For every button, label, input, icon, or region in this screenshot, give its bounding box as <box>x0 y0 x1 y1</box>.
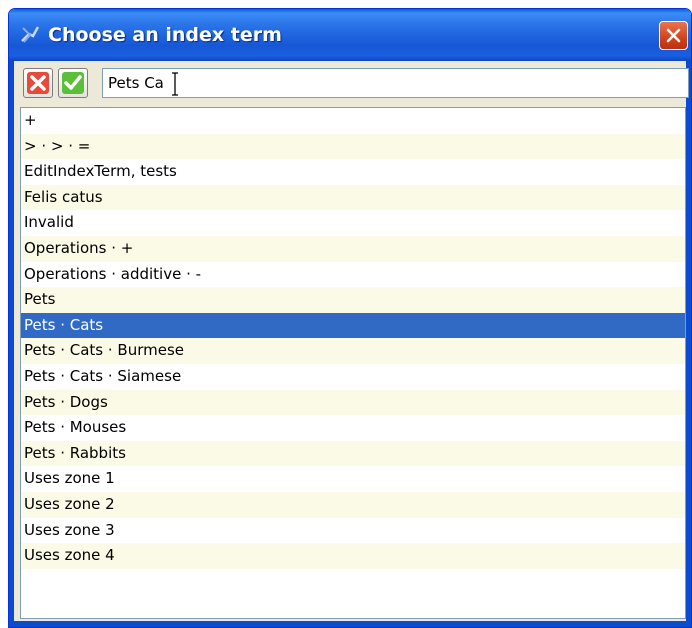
window-title: Choose an index term <box>48 24 282 46</box>
list-item[interactable]: Invalid <box>21 210 685 236</box>
app-icon <box>19 23 41 45</box>
ok-button[interactable] <box>58 68 88 98</box>
list-item[interactable]: > · > · = <box>21 133 685 160</box>
list-item[interactable]: Pets <box>21 287 685 313</box>
list-item[interactable]: Felis catus <box>21 184 685 211</box>
list-item[interactable]: Uses zone 4 <box>21 543 685 569</box>
list-item[interactable]: Uses zone 1 <box>21 466 685 492</box>
window-border-left <box>9 61 14 627</box>
close-icon <box>666 28 681 43</box>
toolbar <box>14 61 689 107</box>
list-item[interactable]: Uses zone 2 <box>21 491 685 518</box>
cancel-button[interactable] <box>23 68 53 98</box>
list-item[interactable]: Operations · + <box>21 235 685 262</box>
list-item[interactable]: Pets · Mouses <box>21 415 685 441</box>
title-bar[interactable]: Choose an index term <box>9 9 691 61</box>
list-item[interactable]: Pets · Cats · Burmese <box>21 338 685 364</box>
list-item[interactable]: EditIndexTerm, tests <box>21 159 685 185</box>
window-border-bottom <box>9 621 691 627</box>
list-item[interactable]: Pets · Rabbits <box>21 440 685 467</box>
cancel-x-icon <box>27 72 49 94</box>
window-border-right <box>686 61 691 627</box>
list-item[interactable]: Pets · Cats · Siamese <box>21 364 685 390</box>
list-item[interactable]: + <box>21 108 685 134</box>
list-item[interactable]: Pets · Dogs <box>21 389 685 416</box>
index-term-dialog: Choose an index term +> · > · =EditIndex… <box>8 8 692 628</box>
index-term-list[interactable]: + > · > · = EditIndexTerm, tests Felis catu… <box>20 107 686 619</box>
list-item[interactable]: Uses zone 3 <box>21 518 685 544</box>
text-cursor-icon <box>172 72 178 96</box>
checkmark-icon <box>62 72 84 94</box>
list-item[interactable]: Operations · additive · - <box>21 262 685 288</box>
close-button[interactable] <box>659 21 688 50</box>
search-input[interactable] <box>102 68 689 98</box>
list-item-selected[interactable]: Pets · Cats <box>21 312 685 339</box>
